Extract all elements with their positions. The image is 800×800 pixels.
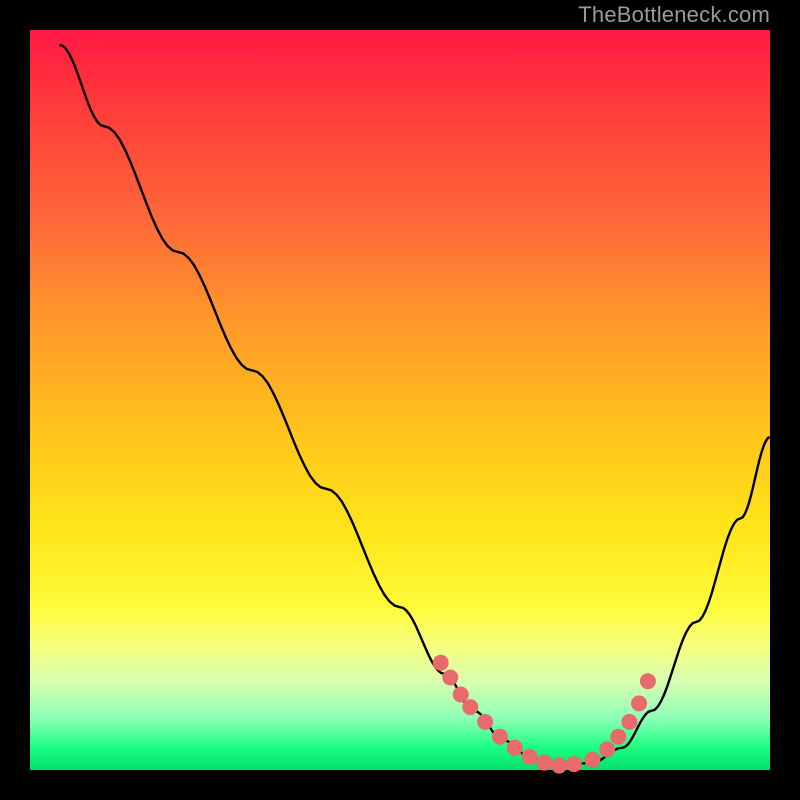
- curve-marker: [566, 756, 582, 772]
- curve-marker: [453, 687, 469, 703]
- curve-marker: [631, 695, 647, 711]
- curve-marker: [442, 670, 458, 686]
- curve-marker: [522, 749, 538, 765]
- curve-marker: [599, 741, 615, 757]
- curve-marker: [492, 729, 508, 745]
- curve-marker: [462, 699, 478, 715]
- watermark-text: TheBottleneck.com: [578, 2, 770, 28]
- curve-markers: [433, 655, 656, 774]
- chart-frame: [30, 30, 770, 770]
- curve-marker: [477, 714, 493, 730]
- curve-marker: [507, 740, 523, 756]
- bottleneck-curve: [60, 45, 770, 767]
- chart-svg: [30, 30, 770, 770]
- curve-marker: [536, 755, 552, 771]
- curve-marker: [610, 729, 626, 745]
- curve-marker: [621, 714, 637, 730]
- curve-marker: [551, 758, 567, 774]
- curve-marker: [640, 673, 656, 689]
- curve-marker: [433, 655, 449, 671]
- curve-marker: [584, 752, 600, 768]
